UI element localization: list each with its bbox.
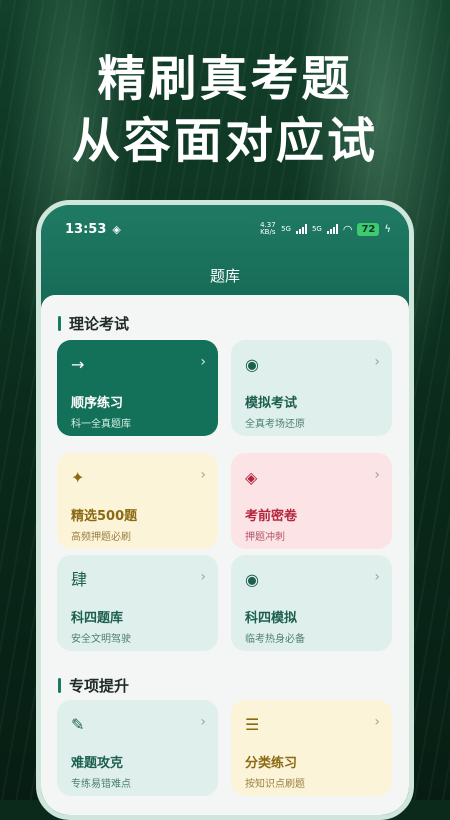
card-subtitle: 科一全真题库 [71, 419, 131, 430]
target-icon: ◉ [245, 355, 259, 374]
card-subtitle: 安全文明驾驶 [71, 634, 131, 645]
card-subtitle: 押题冲刺 [245, 532, 285, 543]
chevron-right-icon: › [374, 569, 380, 585]
wifi-icon: ◠ [342, 222, 353, 236]
sparkle-icon: ✦ [71, 468, 85, 487]
pencil-icon: ✎ [71, 715, 85, 734]
app-header: 13:53 ◈ 4.37 KB/s 5G 5G ◠ 72 ϟ 题库 [41, 205, 409, 300]
arrow-right-icon: → [71, 355, 85, 374]
location-icon: ◈ [112, 222, 121, 236]
phone-mockup: 13:53 ◈ 4.37 KB/s 5G 5G ◠ 72 ϟ 题库 理论考试 → ›… [36, 200, 414, 820]
card-subtitle: 高频押题必刷 [71, 532, 131, 543]
card-title: 模拟考试 [245, 396, 298, 411]
app-title: 题库 [209, 267, 240, 285]
card-subtitle: 临考热身必备 [245, 634, 305, 645]
status-time: 13:53 [65, 221, 107, 237]
card-subtitle: 全真考场还原 [245, 419, 305, 430]
card-target[interactable]: ◉ › 科四模拟临考热身必备 [231, 555, 392, 651]
four-character-icon: 肆 [71, 570, 88, 589]
chevron-right-icon: › [374, 354, 380, 370]
card-title: 科四模拟 [245, 611, 298, 626]
chevron-right-icon: › [200, 569, 206, 585]
card-title: 精选500题 [71, 509, 138, 524]
network-speed: 4.37 KB/s [260, 221, 276, 236]
headline-line-1: 精刷真考题 [97, 51, 353, 107]
network-type-1: 5G [281, 225, 291, 233]
section-title-text: 理论考试 [69, 315, 130, 333]
chevron-right-icon: › [374, 714, 380, 730]
status-bar: 13:53 ◈ 4.37 KB/s 5G 5G ◠ 72 ϟ [65, 219, 391, 239]
list-icon: ☰ [245, 715, 260, 734]
card-subtitle: 专练易错难点 [71, 779, 131, 790]
promo-headline: 精刷真考题 从容面对应试 [0, 48, 450, 172]
headline-line-2: 从容面对应试 [71, 113, 378, 169]
signal-icon-2 [326, 224, 338, 234]
chevron-right-icon: › [200, 467, 206, 483]
section-accent-bar [58, 678, 61, 693]
card-pencil[interactable]: ✎ › 难题攻克专练易错难点 [57, 700, 218, 796]
card-four-character[interactable]: 肆 › 科四题库安全文明驾驶 [57, 555, 218, 651]
card-title: 顺序练习 [71, 396, 124, 411]
app-content: 理论考试 → › 顺序练习科一全真题库 ◉ › 模拟考试全真考场还原 ✦ › 精选500题高频押题… [41, 295, 409, 815]
card-title: 难题攻克 [71, 756, 124, 771]
card-target[interactable]: ◉ › 模拟考试全真考场还原 [231, 340, 392, 436]
chevron-right-icon: › [200, 714, 206, 730]
network-type-2: 5G [311, 225, 322, 233]
section-title-text: 专项提升 [69, 677, 130, 695]
diamond-icon: ◈ [245, 468, 258, 487]
card-list[interactable]: ☰ › 分类练习按知识点刷题 [231, 700, 392, 796]
card-diamond[interactable]: ◈ › 考前密卷押题冲刺 [231, 453, 392, 549]
section-accent-bar [58, 316, 61, 331]
section-title: 理论考试 [58, 313, 129, 334]
card-title: 考前密卷 [245, 509, 298, 524]
card-title: 分类练习 [245, 756, 298, 771]
card-sparkle[interactable]: ✦ › 精选500题高频押题必刷 [57, 453, 218, 549]
charging-icon: ϟ [384, 223, 391, 235]
section-title: 专项提升 [58, 675, 129, 696]
card-subtitle: 按知识点刷题 [245, 779, 305, 790]
target-icon: ◉ [245, 570, 259, 589]
signal-icon [295, 224, 307, 234]
card-arrow-right[interactable]: → › 顺序练习科一全真题库 [57, 340, 218, 436]
battery-badge: 72 [357, 222, 380, 236]
chevron-right-icon: › [374, 467, 380, 483]
card-title: 科四题库 [71, 611, 124, 626]
chevron-right-icon: › [200, 354, 206, 370]
